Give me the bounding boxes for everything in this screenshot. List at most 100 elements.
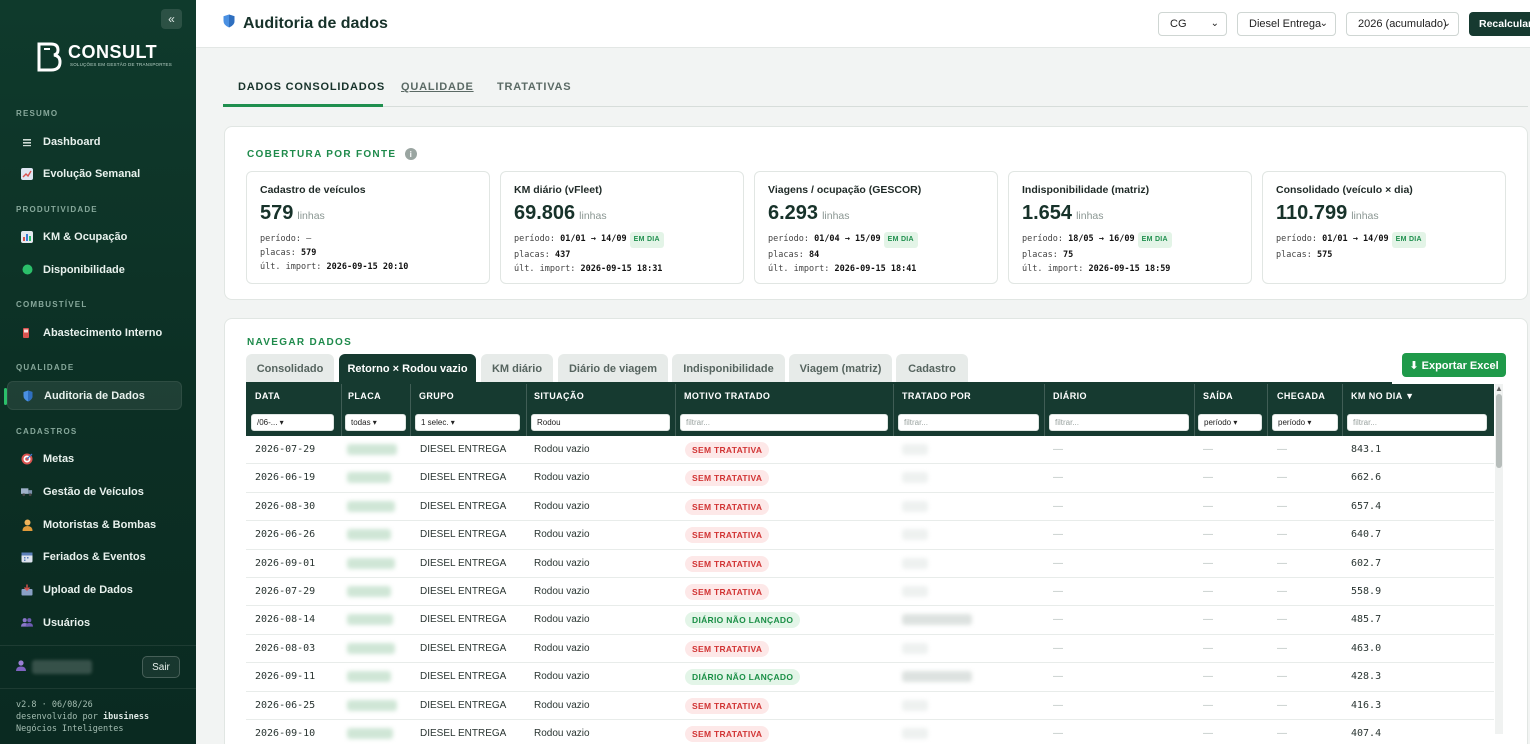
sidebar-item-feriados[interactable]: Feriados & Eventos [7,542,182,571]
table-row[interactable]: 2026-07-29 DIESEL ENTREGA Rodou vazio SEM T… [246,578,1494,607]
tab-indisponibilidade[interactable]: Indisponibilidade [672,354,785,383]
cell-departure: — [1203,699,1213,711]
scrollbar-thumb[interactable] [1496,394,1502,468]
export-excel-button[interactable]: ⬇ Exportar Excel [1402,353,1506,377]
date-filter[interactable]: /06-... ▾ [251,414,334,431]
cell-date: 2026-06-19 [255,472,316,484]
brand-mark-icon [37,42,62,72]
column-header[interactable]: MOTIVO TRATADO [684,391,770,401]
sidebar-item-abastecimento[interactable]: Abastecimento Interno [7,318,182,347]
sidebar-item-usuarios[interactable]: Usuários [7,608,182,637]
situation-filter[interactable]: Rodou [531,414,670,431]
meta-value: 2026-09-15 18:41 [834,264,917,274]
logout-button[interactable]: Sair [142,656,180,678]
collapse-sidebar-button[interactable]: « [161,9,182,29]
sidebar-item-auditoria[interactable]: Auditoria de Dados [4,381,182,410]
source-period: período: 01/01 → 14/09 EM DIA [1276,232,1426,248]
tab-tratativas[interactable]: TRATATIVAS [497,81,571,93]
column-header[interactable]: SITUAÇÃO [534,391,584,401]
main-tabs: DADOS CONSOLIDADOS QUALIDADE TRATATIVAS [223,70,1528,107]
recalculate-button[interactable]: Recalcular [1469,12,1530,36]
tab-dados-consolidados[interactable]: DADOS CONSOLIDADOS [238,81,385,93]
sidebar-item-metas[interactable]: Metas [7,444,182,473]
table-row[interactable]: 2026-06-26 DIESEL ENTREGA Rodou vazio SEM T… [246,521,1494,550]
group-select[interactable]: Diesel Entrega ⌄ [1237,12,1336,36]
cell-plate-redacted [347,529,391,541]
departure-filter[interactable]: período ▾ [1198,414,1262,431]
sidebar-item-veiculos[interactable]: Gestão de Veículos [7,477,182,506]
km-filter[interactable]: filtrar... [1347,414,1487,431]
table-row[interactable]: 2026-08-14 DIESEL ENTREGA Rodou vazio DIÁRI… [246,606,1494,635]
sidebar-item-label: Dashboard [43,135,101,148]
table-row[interactable]: 2026-08-03 DIESEL ENTREGA Rodou vazio SEM T… [246,634,1494,664]
sidebar-item-label: Gestão de Veículos [43,485,144,498]
column-header[interactable]: DIÁRIO [1053,391,1087,401]
tab-viagem-matriz[interactable]: Viagem (matriz) [789,354,892,383]
column-divider [341,384,342,436]
cell-date: 2026-08-14 [255,614,316,626]
cell-diary: — [1053,699,1063,711]
sidebar-item-label: Abastecimento Interno [43,326,163,339]
users-icon [21,617,33,629]
cell-plate-redacted [347,671,391,683]
treated-by-filter[interactable]: filtrar... [898,414,1039,431]
table-row[interactable]: 2026-09-10 DIESEL ENTREGA Rodou vazio SEM T… [246,720,1494,744]
developer-tagline: Negócios Inteligentes [16,724,124,734]
table-scrollbar[interactable]: ▲ [1495,384,1503,734]
status-badge: EM DIA [629,232,664,248]
nav-section-cadastros: CADASTROS [16,427,78,436]
column-header[interactable]: DATA [255,391,280,401]
column-header[interactable]: CHEGADA [1277,391,1325,401]
column-header-sorted[interactable]: KM NO DIA ▼ [1351,391,1414,401]
sidebar-item-evolucao-semanal[interactable]: Evolução Semanal [7,159,182,188]
column-header[interactable]: SAÍDA [1203,391,1233,401]
diary-filter[interactable]: filtrar... [1049,414,1189,431]
column-header[interactable]: GRUPO [419,391,454,401]
column-header[interactable]: PLACA [348,391,381,401]
source-card: Viagens / ocupação (GESCOR) 6.293 linhas … [754,171,998,284]
period-select[interactable]: 2026 (acumulado) ⌄ [1346,12,1459,36]
tab-consolidado[interactable]: Consolidado [246,354,334,383]
sidebar-item-motoristas[interactable]: Motoristas & Bombas [7,510,182,539]
tab-diario-viagem[interactable]: Diário de viagem [558,354,668,383]
chevron-down-icon: ⌄ [1319,18,1328,29]
sidebar-item-dashboard[interactable]: Dashboard [7,127,182,156]
cell-plate-redacted [347,472,391,484]
sidebar-item-upload[interactable]: Upload de Dados [7,575,182,604]
info-icon[interactable]: i [405,148,418,160]
tab-qualidade[interactable]: QUALIDADE [401,81,474,93]
meta-label: placas: [1022,250,1058,260]
arrival-filter[interactable]: período ▾ [1272,414,1338,431]
table-row[interactable]: 2026-07-29 DIESEL ENTREGA Rodou vazio SEM T… [246,436,1494,465]
motive-filter[interactable]: filtrar... [680,414,888,431]
cell-treated-by-redacted [902,557,928,569]
version-number: v2.8 · 06/08/26 [16,700,93,710]
developer-prefix: desenvolvido por [16,712,98,722]
table-row[interactable]: 2026-06-25 DIESEL ENTREGA Rodou vazio SEM T… [246,691,1494,720]
cell-group: DIESEL ENTREGA [420,699,507,711]
source-count: 579 linhas [260,202,325,225]
cell-situation: Rodou vazio [534,472,590,484]
source-name: KM diário (vFleet) [514,184,603,196]
sidebar-item-km-ocupacao[interactable]: KM & Ocupação [7,222,182,251]
person-icon [21,519,33,531]
group-filter[interactable]: 1 selec. ▾ [415,414,520,431]
table-row[interactable]: 2026-08-30 DIESEL ENTREGA Rodou vazio SEM T… [246,492,1494,522]
cell-arrival: — [1277,614,1287,626]
table-row[interactable]: 2026-09-11 DIESEL ENTREGA Rodou vazio DIÁRI… [246,663,1494,692]
source-count-value: 69.806 [514,202,576,224]
scroll-up-icon[interactable]: ▲ [1495,384,1503,393]
sidebar-item-disponibilidade[interactable]: Disponibilidade [7,255,182,284]
source-count-unit: linhas [1076,210,1104,222]
meta-value: 01/04 → 15/09 [814,234,881,244]
plate-filter[interactable]: todas ▾ [345,414,406,431]
tab-retorno-rodou-vazio[interactable]: Retorno × Rodou vazio [339,354,476,383]
cell-group: DIESEL ENTREGA [420,500,507,512]
unit-select[interactable]: CG ⌄ [1158,12,1227,36]
tab-cadastro[interactable]: Cadastro [896,354,968,383]
table-row[interactable]: 2026-06-19 DIESEL ENTREGA Rodou vazio SEM T… [246,464,1494,493]
tab-km-diario[interactable]: KM diário [481,354,553,383]
table-row[interactable]: 2026-09-01 DIESEL ENTREGA Rodou vazio SEM T… [246,549,1494,578]
meta-label: últ. import: [514,264,576,274]
column-header[interactable]: TRATADO POR [902,391,971,401]
